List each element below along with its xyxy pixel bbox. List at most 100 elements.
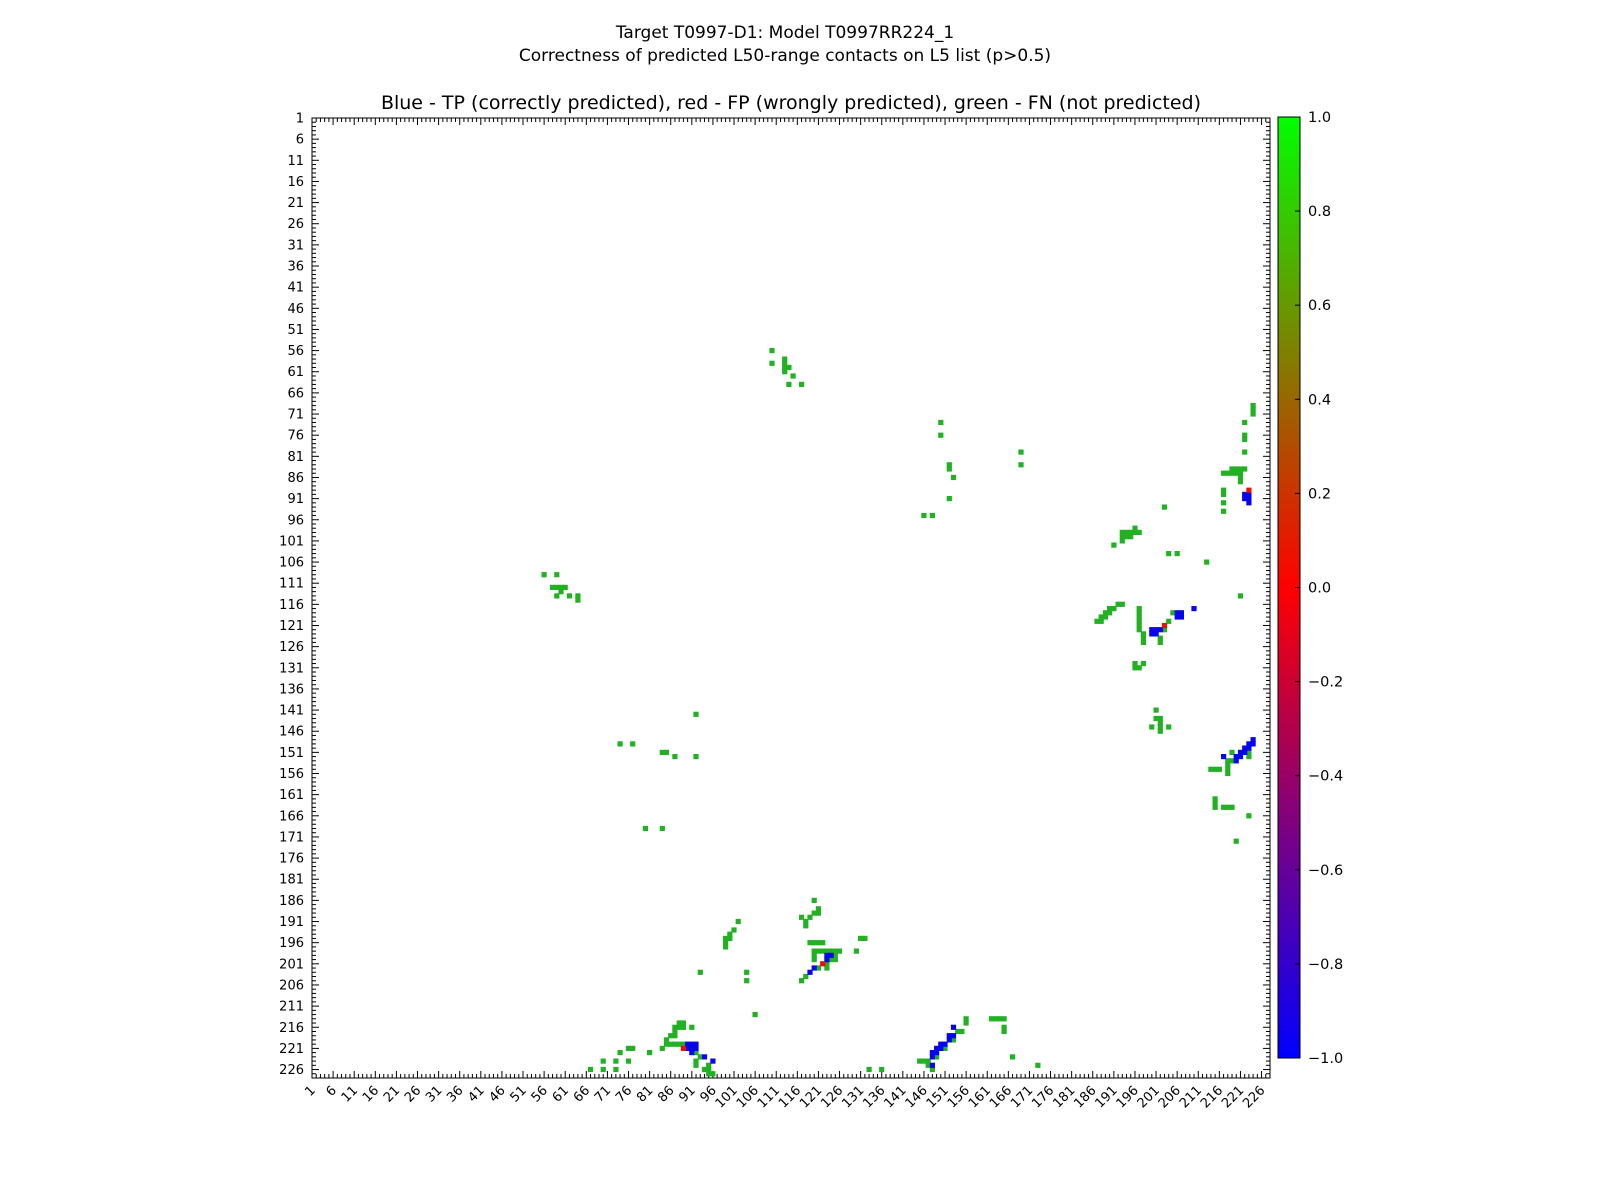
- plot-area: [312, 118, 1270, 1078]
- y-tick-label: 26: [287, 217, 304, 232]
- y-tick-label: 76: [287, 429, 304, 444]
- y-tick-label: 156: [279, 767, 304, 782]
- contact-cell-fn: [664, 750, 669, 755]
- contact-cell-fn: [1238, 479, 1243, 484]
- contact-cell-tp: [1246, 500, 1251, 505]
- contact-cell-fn: [753, 1012, 758, 1017]
- y-tick-label: 136: [279, 682, 304, 697]
- contact-cell-fn: [812, 957, 817, 962]
- y-tick-label: 11: [287, 154, 304, 169]
- contact-cell-tp: [807, 970, 812, 975]
- contact-cell-fn: [1242, 450, 1247, 455]
- contact-cell-fn: [1242, 437, 1247, 442]
- figure-title-line2: Correctness of predicted L50-range conta…: [0, 45, 1570, 67]
- contact-cell-tp: [951, 1025, 956, 1030]
- y-tick-label: 91: [287, 492, 304, 507]
- y-tick-label: 161: [279, 788, 304, 803]
- y-tick-label: 181: [279, 873, 304, 888]
- y-tick-label: 166: [279, 809, 304, 824]
- colorbar-tick-label: 0.4: [1308, 392, 1331, 408]
- x-tick-label: 26: [402, 1083, 424, 1105]
- contact-cell-fn: [626, 1059, 631, 1064]
- contact-cell-fn: [1162, 505, 1167, 510]
- x-tick-label: 56: [529, 1083, 551, 1105]
- contact-cell-fn: [672, 1033, 677, 1038]
- y-tick-label: 171: [279, 830, 304, 845]
- contact-cell-fn: [938, 433, 943, 438]
- contact-cell-fn: [820, 940, 825, 945]
- contact-cell-fn: [1154, 708, 1159, 713]
- contact-cell-fn: [947, 466, 952, 471]
- x-tick-label: 41: [465, 1083, 487, 1105]
- contact-cell-fn: [799, 382, 804, 387]
- contact-cell-tp: [1191, 606, 1196, 611]
- y-tick-label: 36: [287, 260, 304, 275]
- colorbar-tick-label: −0.4: [1308, 769, 1343, 785]
- contact-cell-tp: [1234, 758, 1239, 763]
- contact-cell-tp: [930, 1063, 935, 1068]
- y-tick-label: 191: [279, 915, 304, 930]
- contact-cell-fn: [1166, 551, 1171, 556]
- contact-cell-fn: [1018, 450, 1023, 455]
- contact-cell-fn: [1099, 619, 1104, 624]
- y-axis-tick-labels: 1611162126313641465156616671768186919610…: [279, 112, 304, 1079]
- y-tick-label: 116: [279, 598, 304, 613]
- x-tick-label: 21: [381, 1083, 403, 1105]
- colorbar-tick-label: −0.6: [1308, 863, 1343, 879]
- contact-map-plot: 1611162126313641465156616671768186919610…: [0, 0, 1600, 1200]
- contact-cell-fn: [693, 754, 698, 759]
- y-tick-label: 31: [287, 238, 304, 253]
- x-tick-label: 81: [634, 1083, 656, 1105]
- contact-cell-fn: [588, 1067, 593, 1072]
- y-tick-label: 86: [287, 471, 304, 486]
- contact-cell-fn: [723, 944, 728, 949]
- contact-cell-fn: [1002, 1016, 1007, 1021]
- contact-cell-fn: [786, 382, 791, 387]
- contact-cell-fn: [959, 1029, 964, 1034]
- contact-cell-fn: [710, 1071, 715, 1076]
- contact-cell-fn: [930, 513, 935, 518]
- y-tick-label: 151: [279, 746, 304, 761]
- contact-cell-fn: [799, 978, 804, 983]
- x-tick-label: 6: [323, 1083, 339, 1099]
- x-tick-label: 76: [613, 1083, 635, 1105]
- contact-cell-fn: [1137, 530, 1142, 535]
- contact-cell-fp: [681, 1046, 686, 1051]
- y-tick-label: 141: [279, 704, 304, 719]
- y-tick-label: 201: [279, 957, 304, 972]
- contact-cell-fn: [1120, 538, 1125, 543]
- axes-title: Blue - TP (correctly predicted), red - F…: [0, 92, 1582, 114]
- contact-cell-fn: [1111, 543, 1116, 548]
- contact-cell-fn: [613, 1067, 618, 1072]
- contact-cell-fn: [1141, 661, 1146, 666]
- y-tick-label: 6: [296, 133, 304, 148]
- contact-cell-fn: [1035, 1063, 1040, 1068]
- contact-cell-fn: [938, 420, 943, 425]
- contact-cell-fn: [867, 1067, 872, 1072]
- x-tick-label: 86: [655, 1083, 677, 1105]
- contact-cell-fn: [816, 911, 821, 916]
- contact-cell-tp: [1154, 631, 1159, 636]
- y-tick-label: 16: [287, 175, 304, 190]
- contact-cell-fn: [951, 475, 956, 480]
- contact-cell-fn: [575, 598, 580, 603]
- y-tick-label: 101: [279, 534, 304, 549]
- y-tick-label: 196: [279, 936, 304, 951]
- x-tick-label: 16: [360, 1083, 382, 1105]
- figure: Target T0997-D1: Model T0997RR224_1 Corr…: [0, 0, 1600, 1200]
- contact-cell-fn: [618, 1050, 623, 1055]
- colorbar-tick-labels: 1.00.80.60.40.20.0−0.2−0.4−0.6−0.8−1.0: [1295, 110, 1343, 1067]
- contact-cell-tp: [1221, 754, 1226, 759]
- contact-cell-fn: [1251, 411, 1256, 416]
- y-tick-label: 61: [287, 365, 304, 380]
- contact-cell-fn: [689, 1025, 694, 1030]
- contact-cell-tp: [1179, 614, 1184, 619]
- contact-cell-fn: [693, 712, 698, 717]
- contact-cell-fn: [1166, 724, 1171, 729]
- x-tick-label: 71: [592, 1083, 614, 1105]
- contact-cell-fn: [1217, 767, 1222, 772]
- contact-cell-fn: [947, 496, 952, 501]
- contact-cell-fn: [1221, 500, 1226, 505]
- y-tick-label: 46: [287, 302, 304, 317]
- contact-cell-tp: [930, 1054, 935, 1059]
